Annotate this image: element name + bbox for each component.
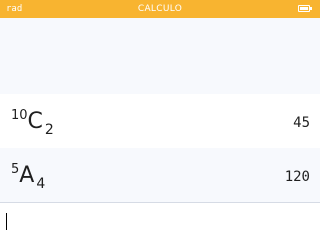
history-expression: 5A 4 — [11, 162, 45, 192]
history-empty-area — [0, 18, 320, 94]
battery-icon — [298, 5, 312, 12]
expression-function: A — [19, 163, 35, 188]
expression-superscript: 10 — [11, 108, 28, 123]
history-result: 45 — [293, 115, 310, 131]
expression-superscript: 5 — [11, 162, 20, 177]
status-bar: rad CALCULO — [0, 0, 320, 18]
history-expression: 10C 2 — [11, 108, 54, 138]
expression-subscript: 2 — [44, 122, 54, 138]
expression-subscript: 4 — [36, 176, 46, 192]
history-row[interactable]: 10C 2 45 — [0, 94, 320, 148]
history-result: 120 — [284, 169, 310, 185]
expression-function: C — [27, 109, 43, 134]
history-row[interactable]: 5A 4 120 — [0, 148, 320, 203]
expression-input[interactable] — [0, 203, 320, 240]
app-title: CALCULO — [137, 4, 183, 14]
text-cursor — [6, 213, 7, 230]
